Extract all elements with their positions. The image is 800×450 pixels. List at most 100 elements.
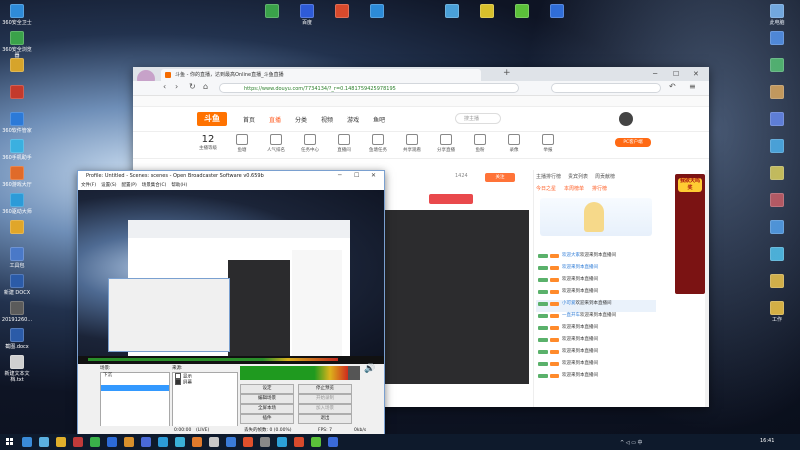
scenes-list[interactable]: 下沉 — [100, 372, 170, 428]
desktop-icon-left-12[interactable]: 截图.docx — [0, 328, 34, 350]
desktop-icon-top-7[interactable] — [540, 4, 574, 20]
desktop-icon-top-3[interactable] — [360, 4, 394, 20]
category-9[interactable]: 录像 — [499, 134, 529, 153]
desktop-icon-right-10[interactable] — [760, 274, 794, 290]
menu-icon[interactable]: ≡ — [689, 82, 696, 91]
desktop-icon-left-1[interactable]: 360安全浏览器 — [0, 31, 34, 59]
obs-menu-1[interactable]: 设置(S) — [101, 183, 116, 188]
taskbar-app-icon[interactable] — [158, 437, 168, 447]
refresh-icon[interactable]: ↻ — [189, 82, 196, 91]
desktop-icon-right-5[interactable] — [760, 139, 794, 155]
volume-icon[interactable]: 🔊 — [364, 364, 375, 374]
nav-0[interactable]: 首页 — [243, 117, 255, 124]
source-checkbox[interactable] — [175, 379, 181, 385]
chat-tab-2[interactable]: 周贡献榜 — [595, 174, 615, 180]
taskbar-app-icon[interactable] — [141, 437, 151, 447]
desktop-icon-left-2[interactable] — [0, 58, 34, 74]
desktop-icon-right-4[interactable] — [760, 112, 794, 128]
page-scrollbar[interactable] — [705, 170, 709, 407]
desktop-icon-left-4[interactable]: 360软件管家 — [0, 112, 34, 134]
scene-item[interactable] — [101, 385, 169, 391]
category-8[interactable]: 鱼粉 — [465, 134, 495, 153]
close-icon[interactable]: ✕ — [693, 67, 699, 81]
chat-username[interactable]: 欢迎来到本直播间 — [562, 265, 598, 270]
browser-tab-douyu[interactable]: 斗鱼 - 你的直播，达到最高Online直播_斗鱼直播 — [161, 69, 481, 81]
desktop-icon-top-5[interactable] — [470, 4, 504, 20]
sources-list[interactable]: 显示 屏幕 — [172, 372, 238, 428]
system-tray[interactable]: ^ ◁ ▭ 中 — [620, 439, 643, 446]
nav-5[interactable]: 鱼吧 — [373, 117, 385, 124]
category-5[interactable]: 鱼塘任务 — [363, 134, 393, 153]
level-widget[interactable]: 12 主播等级 — [193, 134, 223, 151]
taskbar-app-icon[interactable] — [175, 437, 185, 447]
taskbar-app-icon[interactable] — [243, 437, 253, 447]
red-promo-tag[interactable] — [429, 194, 473, 204]
obs-preview[interactable] — [78, 190, 384, 364]
desktop-icon-left-3[interactable] — [0, 85, 34, 101]
nav-3[interactable]: 视频 — [321, 117, 333, 124]
desktop-icon-right-2[interactable] — [760, 58, 794, 74]
chat-tab-0[interactable]: 主播排行榜 — [536, 174, 561, 180]
taskbar-app-icon[interactable] — [22, 437, 32, 447]
desktop-icon-right-1[interactable] — [760, 31, 794, 47]
category-3[interactable]: 任务中心 — [295, 134, 325, 153]
obs-close-icon[interactable]: ✕ — [371, 171, 376, 181]
video-player[interactable] — [365, 210, 529, 384]
desktop-icon-right-8[interactable] — [760, 220, 794, 236]
minimize-icon[interactable]: ─ — [653, 67, 657, 81]
chat-sub-tab-0[interactable]: 今日之星 — [536, 186, 556, 192]
douyu-search-input[interactable]: 搜主播 — [455, 113, 501, 124]
desktop-icon-left-0[interactable]: 360安全卫士 — [0, 4, 34, 26]
obs-menu-0[interactable]: 文件(F) — [81, 183, 96, 188]
taskbar-app-icon[interactable] — [73, 437, 83, 447]
forward-icon[interactable]: › — [175, 82, 178, 91]
taskbar-app-icon[interactable] — [192, 437, 202, 447]
undo-icon[interactable]: ↶ — [669, 82, 676, 91]
taskbar-app-icon[interactable] — [260, 437, 270, 447]
browser-search-box[interactable] — [551, 83, 661, 93]
douyu-logo[interactable]: 斗鱼 — [197, 112, 227, 126]
chat-sub-tab-2[interactable]: 排行榜 — [592, 186, 607, 192]
desktop-icon-top-6[interactable] — [505, 4, 539, 20]
start-icon[interactable] — [6, 438, 14, 446]
taskbar-app-icon[interactable] — [311, 437, 321, 447]
taskbar-app-icon[interactable] — [328, 437, 338, 447]
source-item[interactable]: 屏幕 — [173, 379, 237, 386]
desktop-icon-left-9[interactable]: 工具包 — [0, 247, 34, 269]
obs-menu-2[interactable]: 配置(P) — [121, 183, 136, 188]
desktop-icon-left-5[interactable]: 360手机助手 — [0, 139, 34, 161]
desktop-icon-top-0[interactable] — [255, 4, 289, 20]
obs-button-1[interactable]: 停止预览 — [298, 384, 352, 394]
desktop-icon-right-11[interactable]: 工作 — [760, 301, 794, 323]
taskbar-clock[interactable]: 16:41 — [760, 438, 774, 444]
ad-card[interactable]: 我欲天鸣奖 — [675, 174, 705, 294]
obs-button-0[interactable]: 设定 — [240, 384, 294, 394]
desktop-icon-right-7[interactable] — [760, 193, 794, 209]
obs-menu-3[interactable]: 场景集合(C) — [142, 183, 167, 188]
nav-1[interactable]: 直播 — [269, 117, 281, 124]
desktop-icon-left-7[interactable]: 360驱动大师 — [0, 193, 34, 215]
follow-button[interactable]: 关注 — [485, 173, 515, 182]
taskbar-app-icon[interactable] — [107, 437, 117, 447]
obs-button-7[interactable]: 退出 — [298, 414, 352, 424]
new-tab-icon[interactable]: + — [503, 68, 511, 78]
desktop-icon-top-4[interactable] — [435, 4, 469, 20]
taskbar-app-icon[interactable] — [294, 437, 304, 447]
chat-tab-1[interactable]: 贵宾列表 — [568, 174, 588, 180]
taskbar-app-icon[interactable] — [209, 437, 219, 447]
obs-minimize-icon[interactable]: ─ — [338, 171, 342, 181]
obs-maximize-icon[interactable]: ☐ — [354, 171, 359, 181]
category-1[interactable]: 鱼塘 — [227, 134, 257, 153]
taskbar-app-icon[interactable] — [56, 437, 66, 447]
desktop-icon-left-6[interactable]: 360游戏大厅 — [0, 166, 34, 188]
desktop-icon-top-2[interactable] — [325, 4, 359, 20]
chat-username[interactable]: 欢迎大家 — [562, 253, 580, 258]
chat-sub-tab-1[interactable]: 本周榜单 — [564, 186, 584, 192]
category-6[interactable]: 共享观看 — [397, 134, 427, 153]
desktop-icon-left-10[interactable]: 新建 DOCX — [0, 274, 34, 296]
chat-username[interactable]: 一直开车 — [562, 313, 580, 318]
address-bar[interactable]: https://www.douyu.com/7734134/?_r=0.1481… — [219, 83, 519, 93]
taskbar-app-icon[interactable] — [124, 437, 134, 447]
maximize-icon[interactable]: ☐ — [673, 67, 679, 81]
user-avatar[interactable] — [619, 112, 633, 126]
